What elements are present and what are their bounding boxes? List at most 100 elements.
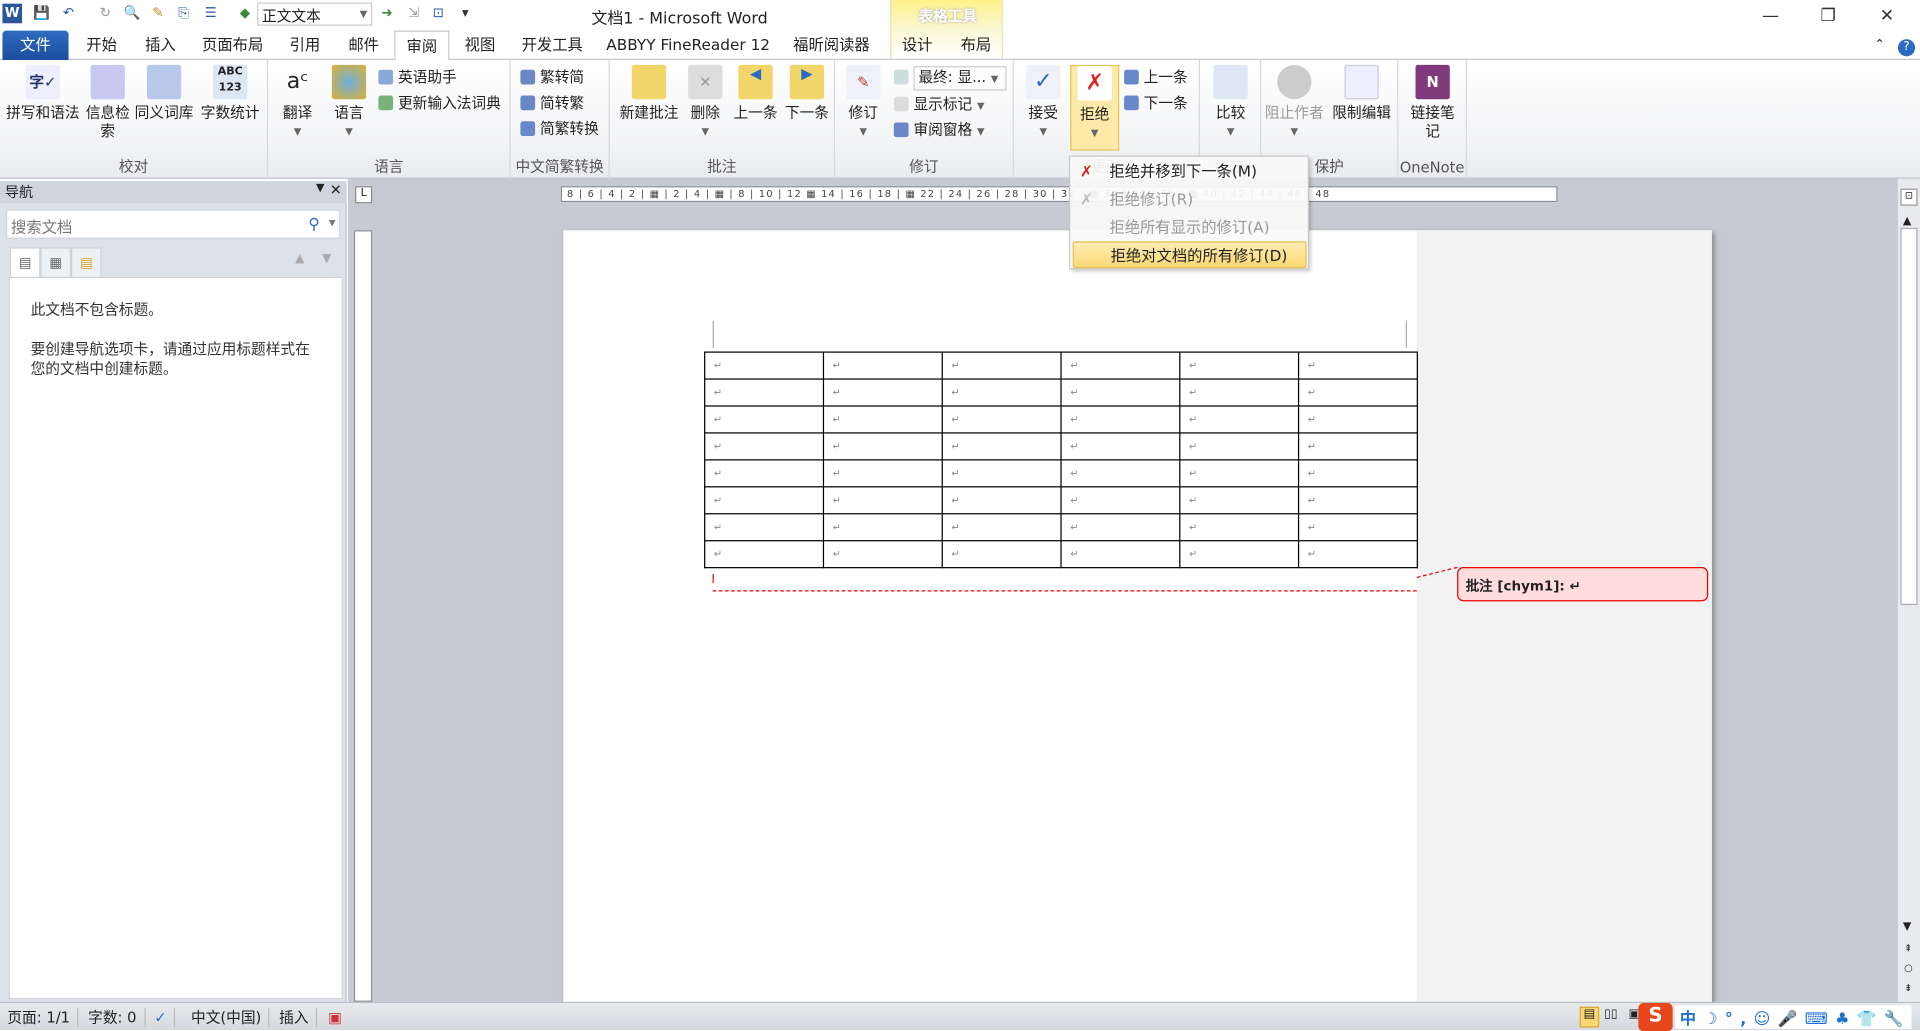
- table-cell[interactable]: ↵: [1179, 432, 1300, 461]
- table-cell[interactable]: ↵: [1297, 378, 1418, 407]
- table-cell[interactable]: ↵: [822, 486, 943, 515]
- format-painter-icon[interactable]: ✎: [148, 4, 168, 24]
- table-cell[interactable]: ↵: [822, 378, 943, 407]
- table-cell[interactable]: ↵: [704, 513, 825, 542]
- table-cell[interactable]: ↵: [704, 378, 825, 407]
- update-ime-dictionary-button[interactable]: 更新输入法词典: [378, 93, 501, 113]
- menu-item-reject-change[interactable]: ✗ 拒绝修订(R): [1073, 186, 1307, 213]
- microphone-icon[interactable]: 🎤: [1778, 1010, 1805, 1028]
- tab-developer[interactable]: 开发工具: [512, 31, 593, 60]
- table-cell[interactable]: ↵: [1297, 513, 1418, 542]
- table-cell[interactable]: ↵: [1297, 405, 1418, 434]
- help-icon[interactable]: ?: [1896, 31, 1918, 60]
- undo-icon[interactable]: ↶: [59, 4, 79, 24]
- tab-mailings[interactable]: 邮件: [338, 31, 389, 60]
- table-cell[interactable]: ↵: [1060, 432, 1181, 461]
- sogou-ime-icon[interactable]: S: [1638, 1003, 1673, 1031]
- scrollbar-thumb[interactable]: [1900, 227, 1918, 606]
- table-cell[interactable]: ↵: [1179, 513, 1300, 542]
- delete-comment-button[interactable]: ✕ 删除 ▼: [683, 64, 727, 141]
- customize-qat-icon[interactable]: ▾: [456, 4, 476, 24]
- track-changes-button[interactable]: ✎ 修订 ▼: [842, 64, 884, 141]
- chevron-down-icon[interactable]: ▼: [329, 218, 336, 228]
- reject-button[interactable]: ✗ 拒绝 ▼: [1070, 64, 1120, 151]
- list-icon[interactable]: ☰: [201, 4, 221, 24]
- table-cell[interactable]: ↵: [1297, 432, 1418, 461]
- scroll-up-icon[interactable]: ▲: [1903, 216, 1911, 228]
- chinese-mode-icon[interactable]: 中: [1680, 1010, 1703, 1028]
- tab-page-layout[interactable]: 页面布局: [196, 31, 269, 60]
- table-cell[interactable]: ↵: [1179, 378, 1300, 407]
- insert-mode[interactable]: 插入: [272, 1007, 318, 1028]
- print-preview-icon[interactable]: 🔍: [122, 4, 142, 24]
- save-icon[interactable]: 💾: [32, 4, 52, 24]
- previous-comment-button[interactable]: ◀ 上一条: [730, 64, 781, 123]
- tab-headings-icon[interactable]: ▤: [9, 247, 41, 279]
- emoji-icon[interactable]: ☺: [1754, 1010, 1778, 1028]
- table-cell[interactable]: ↵: [704, 459, 825, 488]
- table-cell[interactable]: ↵: [941, 486, 1062, 515]
- table-cell[interactable]: ↵: [822, 351, 943, 380]
- close-icon[interactable]: ✕: [330, 181, 342, 198]
- menu-item-reject-all-in-document[interactable]: 拒绝对文档的所有修订(D): [1072, 241, 1307, 269]
- table-cell[interactable]: ↵: [822, 432, 943, 461]
- table-cell[interactable]: ↵: [1060, 459, 1181, 488]
- tab-insert[interactable]: 插入: [135, 31, 186, 60]
- table-cell[interactable]: ↵: [941, 513, 1062, 542]
- redo-icon[interactable]: ↻: [96, 4, 116, 24]
- tab-view[interactable]: 视图: [456, 31, 505, 60]
- table-cell[interactable]: ↵: [704, 351, 825, 380]
- new-comment-button[interactable]: 新建批注: [615, 64, 684, 123]
- next-page-icon[interactable]: ⇟: [1904, 982, 1912, 993]
- table-cell[interactable]: ↵: [1060, 486, 1181, 515]
- english-assistant-button[interactable]: 英语助手: [378, 67, 457, 87]
- skin-icon[interactable]: 👕: [1857, 1010, 1884, 1028]
- table-cell[interactable]: ↵: [1060, 351, 1181, 380]
- minimize-ribbon-icon[interactable]: ⌃: [1869, 31, 1891, 60]
- spelling-grammar-button[interactable]: 字✓ 拼写和语法: [2, 64, 83, 123]
- display-for-review[interactable]: 最终: 显... ▼: [893, 66, 1007, 91]
- tools-icon[interactable]: 🔧: [1884, 1010, 1911, 1028]
- tab-table-layout[interactable]: 布局: [953, 31, 1000, 60]
- previous-page-icon[interactable]: ⇞: [1904, 943, 1912, 954]
- page-count[interactable]: 页面: 1/1: [0, 1007, 79, 1028]
- table-cell[interactable]: ↵: [704, 486, 825, 515]
- table-cell[interactable]: ↵: [941, 540, 1062, 569]
- forward-arrow-icon[interactable]: ➜: [377, 4, 397, 24]
- trad-to-simp-button[interactable]: 繁转简: [520, 67, 584, 87]
- ruler-toggle-icon[interactable]: ⊡: [1900, 188, 1918, 206]
- table-cell[interactable]: ↵: [1060, 378, 1181, 407]
- table-cell[interactable]: ↵: [704, 432, 825, 461]
- language-status[interactable]: 中文(中国): [184, 1007, 270, 1028]
- previous-heading-icon[interactable]: ▲: [295, 252, 304, 265]
- table-cell[interactable]: ↵: [1297, 486, 1418, 515]
- table-cell[interactable]: ↵: [1179, 405, 1300, 434]
- language-button[interactable]: 语言 ▼: [324, 64, 373, 141]
- table-cell[interactable]: ↵: [1060, 513, 1181, 542]
- previous-change-button[interactable]: 上一条: [1124, 67, 1188, 87]
- macro-record-icon[interactable]: ▣: [321, 1008, 350, 1028]
- tab-table-design[interactable]: 设计: [894, 31, 941, 60]
- tab-review[interactable]: 审阅: [394, 30, 450, 62]
- table-cell[interactable]: ↵: [1179, 540, 1300, 569]
- select-browse-object-icon[interactable]: ○: [1904, 963, 1913, 974]
- next-comment-button[interactable]: ▶ 下一条: [781, 64, 832, 123]
- reply-icon[interactable]: ⇲: [404, 4, 424, 24]
- table-cell[interactable]: ↵: [704, 405, 825, 434]
- table-cell[interactable]: ↵: [1179, 351, 1300, 380]
- menu-item-reject-and-move-next[interactable]: ✗ 拒绝并移到下一条(M): [1073, 158, 1307, 185]
- print-layout-icon[interactable]: ▤: [1579, 1006, 1600, 1028]
- tab-home[interactable]: 开始: [76, 31, 127, 60]
- vertical-ruler[interactable]: [353, 230, 373, 1002]
- document-table[interactable]: ↵ ↵ ↵ ↵ ↵ ↵ ↵ ↵ ↵ ↵ ↵ ↵ ↵ ↵ ↵ ↵ ↵ ↵ ↵ ↵ ↵ ↵ ↵ ↵ ↵ ↵ ↵ ↵ ↵ ↵ ↵ ↵ ↵ ↵ ↵ ↵ ↵ ↵ ↵ ↵…: [704, 351, 1418, 569]
- thesaurus-button[interactable]: 同义词库: [132, 64, 196, 123]
- scroll-down-icon[interactable]: ▼: [1903, 921, 1911, 933]
- table-cell[interactable]: ↵: [941, 351, 1062, 380]
- translate-button[interactable]: aᶜ 翻译 ▼: [273, 65, 322, 141]
- table-cell[interactable]: ↵: [822, 459, 943, 488]
- research-button[interactable]: 信息检索: [86, 64, 130, 141]
- ime-toolbar[interactable]: 中☽°,☺🎤⌨♣👕🔧: [1675, 1005, 1912, 1029]
- table-cell[interactable]: ↵: [941, 378, 1062, 407]
- table-cell[interactable]: ↵: [1179, 459, 1300, 488]
- block-authors-button[interactable]: 阻止作者 ▼: [1264, 64, 1325, 141]
